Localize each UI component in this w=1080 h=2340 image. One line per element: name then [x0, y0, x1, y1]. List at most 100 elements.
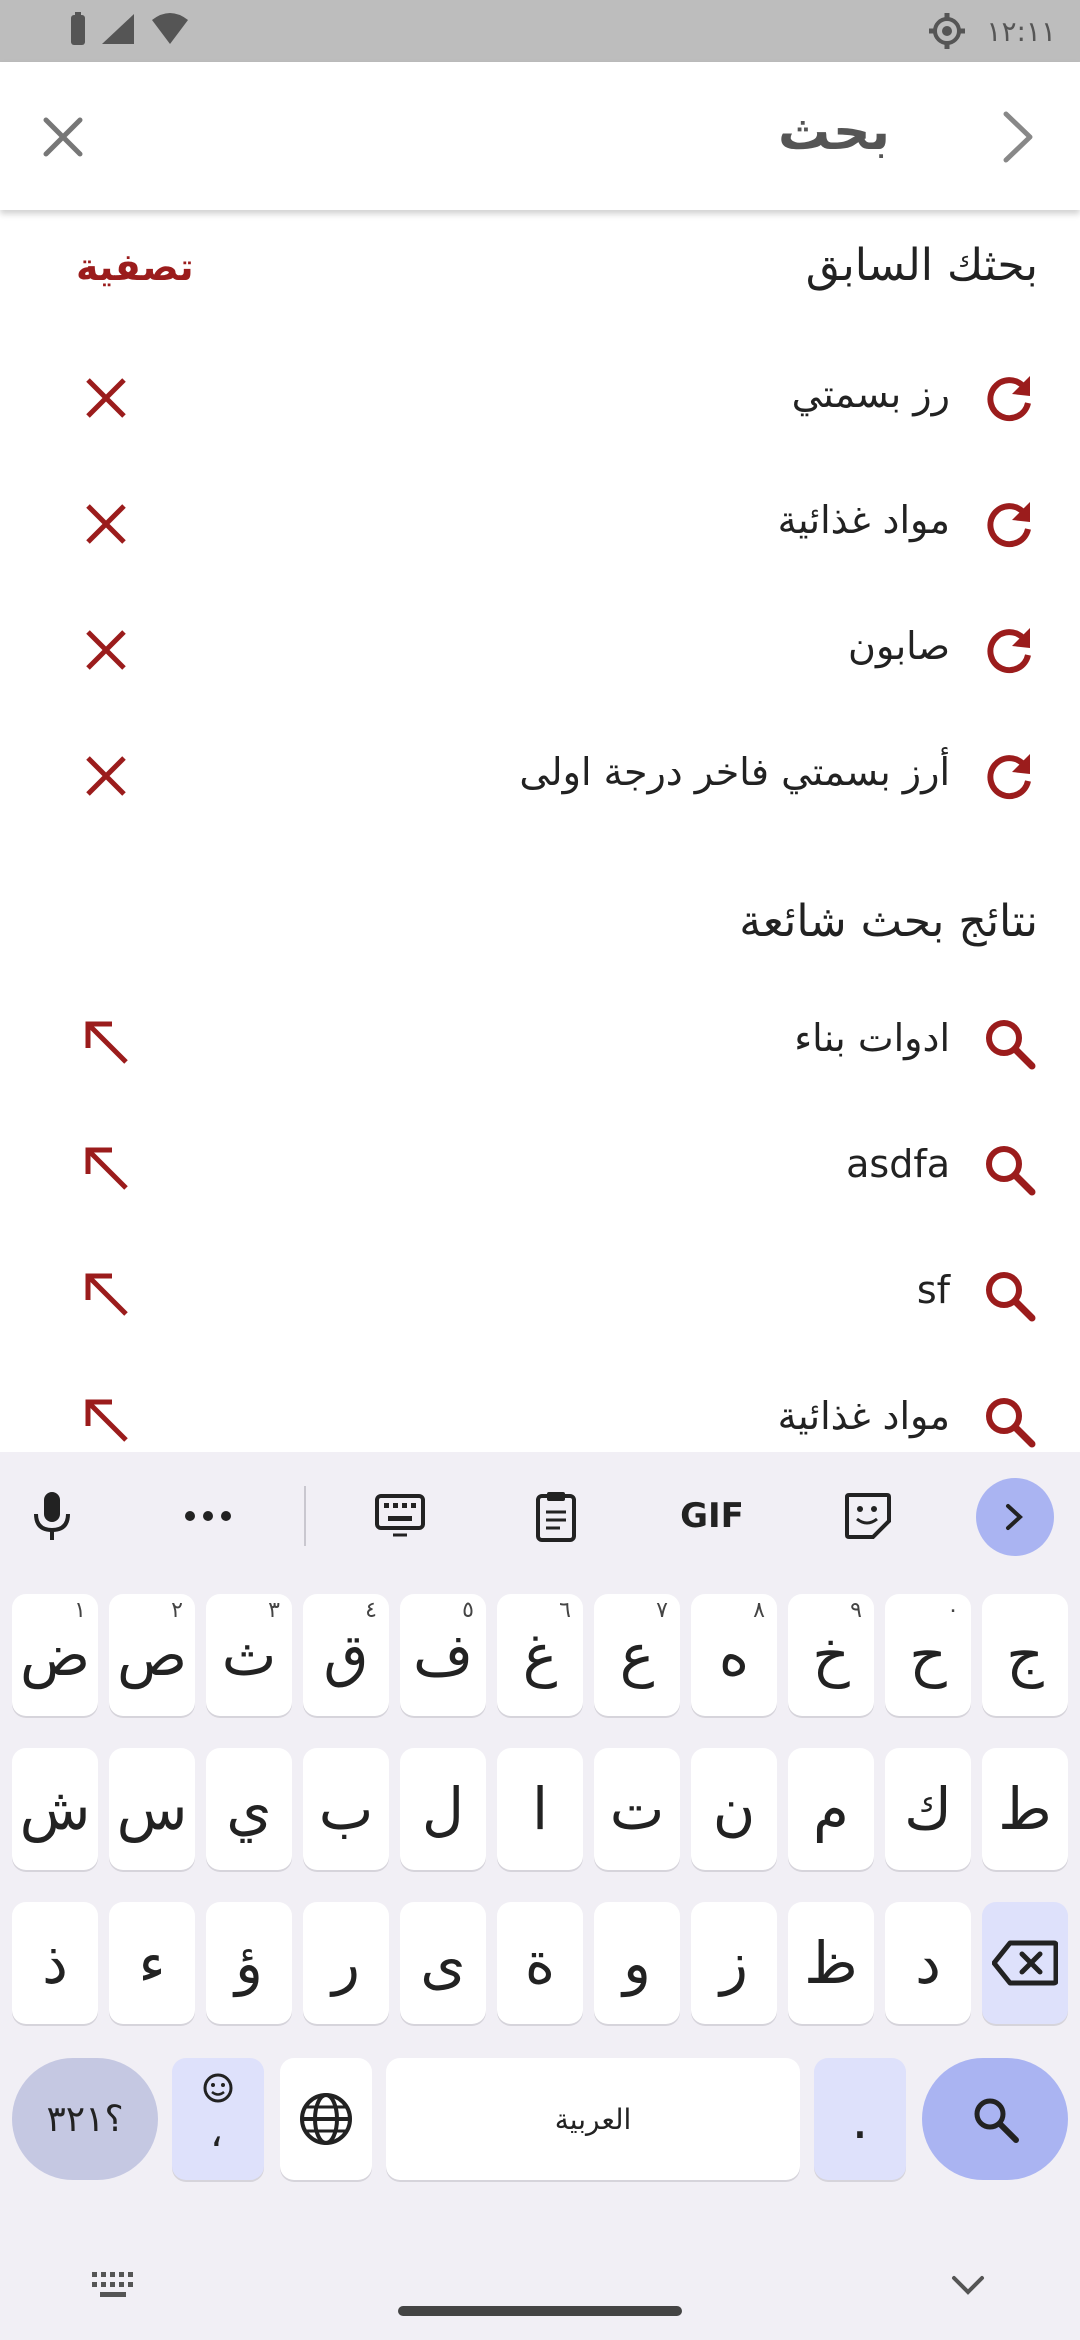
- key-hint: ٢: [171, 1598, 183, 1623]
- mic-icon: [34, 1492, 70, 1540]
- more-button[interactable]: [172, 1480, 244, 1552]
- battery-icon: [71, 12, 85, 45]
- next-suggestions-button[interactable]: [976, 1478, 1054, 1556]
- backspace-key[interactable]: [982, 1902, 1068, 2024]
- arrow-up-left-icon[interactable]: [80, 1142, 132, 1194]
- key[interactable]: و: [594, 1902, 680, 2024]
- search-icon: [986, 1146, 1036, 1196]
- arrow-up-left-icon[interactable]: [80, 1394, 132, 1446]
- key[interactable]: ض١: [12, 1594, 98, 1716]
- more-icon: [185, 1511, 231, 1521]
- hide-keyboard-icon[interactable]: [950, 2272, 986, 2300]
- key[interactable]: ث٣: [206, 1594, 292, 1716]
- key-hint: ٣: [268, 1598, 280, 1623]
- emoji-comma-key[interactable]: ،: [172, 2058, 264, 2180]
- status-bar: ١٢:١١: [0, 0, 1080, 62]
- history-item[interactable]: صابون: [0, 596, 1080, 706]
- key[interactable]: س: [109, 1748, 195, 1870]
- back-arrow-icon[interactable]: [984, 104, 1050, 170]
- key[interactable]: ز: [691, 1902, 777, 2024]
- clipboard-button[interactable]: [520, 1480, 592, 1552]
- key-hint: ٩: [850, 1598, 862, 1623]
- key-char: ض: [19, 1621, 91, 1689]
- key[interactable]: ع٧: [594, 1594, 680, 1716]
- gif-button[interactable]: GIF: [676, 1480, 748, 1552]
- history-item[interactable]: رز بسمتي: [0, 344, 1080, 454]
- key[interactable]: ف٥: [400, 1594, 486, 1716]
- history-item-label: رز بسمتي: [791, 372, 950, 416]
- app-bar: بحث: [0, 62, 1080, 210]
- refresh-icon: [987, 376, 1031, 422]
- sticker-icon: [845, 1493, 891, 1539]
- key[interactable]: ك: [885, 1748, 971, 1870]
- key[interactable]: ى: [400, 1902, 486, 2024]
- history-item[interactable]: أرز بسمتي فاخر درجة اولى: [0, 722, 1080, 832]
- popular-item[interactable]: sf: [0, 1240, 1080, 1350]
- key-char: خ: [812, 1621, 850, 1689]
- key[interactable]: ت: [594, 1748, 680, 1870]
- globe-icon: [300, 2093, 352, 2145]
- language-key[interactable]: [280, 2058, 372, 2180]
- sticker-button[interactable]: [832, 1480, 904, 1552]
- key[interactable]: ن: [691, 1748, 777, 1870]
- key[interactable]: ل: [400, 1748, 486, 1870]
- keyboard-toolbar: GIF: [0, 1452, 1080, 1574]
- remove-icon[interactable]: [80, 498, 132, 550]
- key-hint: ٠: [947, 1598, 959, 1623]
- key-char: ق: [323, 1621, 369, 1689]
- key[interactable]: ر: [303, 1902, 389, 2024]
- comma-char: ،: [210, 2110, 223, 2156]
- arrow-up-left-icon[interactable]: [80, 1268, 132, 1320]
- key[interactable]: ه٨: [691, 1594, 777, 1716]
- key-char: ص: [116, 1621, 188, 1689]
- key[interactable]: ة: [497, 1902, 583, 2024]
- keyboard-icon: [375, 1494, 425, 1537]
- history-item-label: مواد غذائية: [777, 498, 950, 542]
- remove-icon[interactable]: [80, 750, 132, 802]
- search-action-key[interactable]: [922, 2058, 1068, 2180]
- key[interactable]: ذ: [12, 1902, 98, 2024]
- history-item[interactable]: مواد غذائية: [0, 470, 1080, 580]
- key-hint: ٤: [365, 1598, 377, 1623]
- key[interactable]: ط: [982, 1748, 1068, 1870]
- key[interactable]: ظ: [788, 1902, 874, 2024]
- key-hint: ٧: [656, 1598, 668, 1623]
- key[interactable]: ء: [109, 1902, 195, 2024]
- refresh-icon: [987, 754, 1031, 800]
- popular-item[interactable]: asdfa: [0, 1114, 1080, 1224]
- page-title: بحث: [777, 102, 890, 162]
- remove-icon[interactable]: [80, 372, 132, 424]
- key[interactable]: ق٤: [303, 1594, 389, 1716]
- keyboard-switch-icon[interactable]: [90, 2270, 136, 2302]
- key[interactable]: ب: [303, 1748, 389, 1870]
- key[interactable]: ا: [497, 1748, 583, 1870]
- mic-button[interactable]: [16, 1480, 88, 1552]
- key[interactable]: ح٠: [885, 1594, 971, 1716]
- key[interactable]: خ٩: [788, 1594, 874, 1716]
- close-icon[interactable]: [30, 104, 96, 170]
- key[interactable]: ؤ: [206, 1902, 292, 2024]
- clear-history-button[interactable]: تصفية: [76, 245, 194, 289]
- search-icon: [986, 1272, 1036, 1322]
- key[interactable]: ي: [206, 1748, 292, 1870]
- key[interactable]: ص٢: [109, 1594, 195, 1716]
- history-item-label: أرز بسمتي فاخر درجة اولى: [519, 750, 950, 794]
- backspace-icon: [992, 1940, 1058, 1986]
- symbols-key[interactable]: ؟٣٢١: [12, 2058, 158, 2180]
- key[interactable]: د: [885, 1902, 971, 2024]
- key[interactable]: م: [788, 1748, 874, 1870]
- arrow-up-left-icon[interactable]: [80, 1016, 132, 1068]
- popular-item-label: asdfa: [846, 1142, 950, 1186]
- key[interactable]: غ٦: [497, 1594, 583, 1716]
- key[interactable]: ش: [12, 1748, 98, 1870]
- keyboard-layout-button[interactable]: [364, 1480, 436, 1552]
- remove-icon[interactable]: [80, 624, 132, 676]
- search-icon: [986, 1020, 1036, 1070]
- popular-item[interactable]: ادوات بناء: [0, 988, 1080, 1098]
- home-indicator[interactable]: [398, 2306, 682, 2316]
- chevron-right-icon: [1006, 1504, 1023, 1530]
- key[interactable]: ج: [982, 1594, 1068, 1716]
- history-title: بحثك السابق: [805, 240, 1038, 291]
- space-key[interactable]: العربية: [386, 2058, 800, 2180]
- period-key[interactable]: .: [814, 2058, 906, 2180]
